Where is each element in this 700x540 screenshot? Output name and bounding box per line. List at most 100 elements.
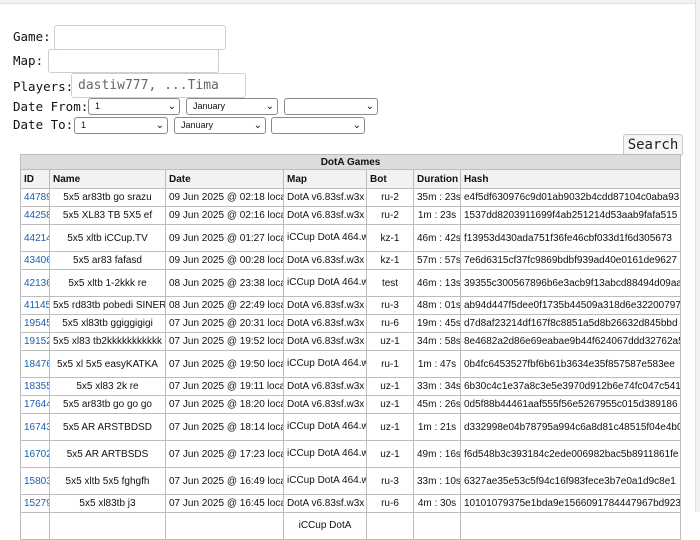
cell-bot: uz-1 [366, 440, 414, 468]
game-id-link[interactable]: 16702 [20, 440, 50, 468]
table-row[interactable]: 16743 5x5 AR ARSTBDSD 07 Jun 2025 @ 18:14 … [20, 413, 682, 441]
table-row[interactable]: 19545 5x5 xl83tb ggiggigigi 07 Jun 2025 @ … [20, 314, 682, 333]
cell-hash: f13953d430ada751f36fe46cbf033d1f6d305673 [459, 224, 682, 252]
scrollbar[interactable] [695, 0, 700, 512]
cell-date: 08 Jun 2025 @ 23:38 local [165, 269, 284, 297]
cell-bot: ru-1 [366, 350, 414, 378]
game-id-link[interactable]: 17644 [20, 395, 50, 414]
table-row[interactable]: 42136 5x5 xltb 1-2kkk re 08 Jun 2025 @ 23:… [20, 269, 682, 297]
date-to-year-select[interactable]: ⌄ [271, 117, 365, 134]
search-button[interactable]: Search [623, 134, 683, 156]
cell-name: 5x5 ar83tb go srazu [49, 188, 166, 207]
cell-duration: 35m : 23s [413, 188, 461, 207]
cell-date: 09 Jun 2025 @ 00:28 local [165, 251, 284, 270]
date-to-day-value: 1 [81, 120, 87, 130]
table-row[interactable]: 16702 5x5 AR ARTBSDS 07 Jun 2025 @ 17:23 l… [20, 440, 682, 468]
date-from-month-select[interactable]: January ⌄ [186, 98, 278, 115]
game-id-link[interactable]: 19545 [20, 314, 50, 333]
cell-duration: 45m : 26s [413, 395, 461, 414]
cell-hash: 39355c300567896b6e3acb9f13abcd88494d09aa [459, 269, 682, 297]
cell-map: iCCup DotA 464.w3x [283, 350, 367, 378]
cell-duration: 46m : 42s [413, 224, 461, 252]
date-from-month-value: January [193, 101, 226, 111]
cell-date: 07 Jun 2025 @ 18:20 local [165, 395, 284, 414]
game-id-link[interactable]: 18476 [20, 350, 50, 378]
game-id-link[interactable]: 41145 [20, 296, 50, 315]
cell-map: DotA v6.83sf.w3x [283, 332, 367, 351]
players-label: Players: [13, 79, 74, 94]
game-id-link[interactable] [20, 512, 50, 540]
column-header: Name [49, 169, 166, 189]
cell-bot: ru-2 [366, 206, 414, 225]
cell-duration: 4m : 30s [413, 494, 461, 513]
cell-name: 5x5 ar83 fafasd [49, 251, 166, 270]
cell-map: iCCup DotA 464.w3x [283, 467, 367, 495]
cell-bot: ru-3 [366, 296, 414, 315]
cell-name: 5x5 AR ARSTBDSD [49, 413, 166, 441]
cell-hash: e4f5df630976c9d01ab9032b4cdd87104c0aba93 [459, 188, 682, 207]
cell-map: iCCup DotA 464.w3x [283, 269, 367, 297]
table-row[interactable]: 44258 5x5 XL83 TB 5X5 ef 09 Jun 2025 @ 02:… [20, 206, 682, 225]
table-row[interactable]: 19152 5x5 xl83 tb2kkkkkkkkkkk 07 Jun 2025 … [20, 332, 682, 351]
table-row[interactable]: 15279 5x5 xl83tb j3 07 Jun 2025 @ 16:45 lo… [20, 494, 682, 513]
date-to-label: Date To: [13, 117, 74, 132]
cell-hash: f6d548b3c393184c2ede006982bac5b8911861fe [459, 440, 682, 468]
date-from-year-select[interactable]: ⌄ [284, 98, 378, 115]
table-caption: DotA Games [19, 154, 682, 170]
chevron-down-icon: ⌄ [265, 101, 274, 112]
column-header: Date [165, 169, 284, 189]
game-id-link[interactable]: 42136 [20, 269, 50, 297]
game-id-link[interactable]: 43406 [20, 251, 50, 270]
cell-name: 5x5 xltb 5x5 fghgfh [49, 467, 166, 495]
date-from-label: Date From: [13, 99, 89, 114]
chevron-down-icon: ⌄ [167, 101, 176, 112]
window-top-border [0, 0, 700, 4]
game-id-link[interactable]: 44258 [20, 206, 50, 225]
table-row[interactable]: 43406 5x5 ar83 fafasd 09 Jun 2025 @ 00:28 … [20, 251, 682, 270]
game-id-link[interactable]: 44789 [20, 188, 50, 207]
cell-duration: 1m : 21s [413, 413, 461, 441]
game-id-link[interactable]: 44214 [20, 224, 50, 252]
players-input[interactable]: dastiw777, ...Tima [71, 73, 246, 98]
cell-map: DotA v6.83sf.w3x [283, 395, 367, 414]
cell-name: 5x5 xltb iCCup.TV [49, 224, 166, 252]
game-id-link[interactable]: 19152 [20, 332, 50, 351]
date-to-day-select[interactable]: 1 ⌄ [74, 117, 168, 134]
table-row[interactable]: 44789 5x5 ar83tb go srazu 09 Jun 2025 @ 02… [20, 188, 682, 207]
date-to-month-select[interactable]: January ⌄ [174, 117, 266, 134]
cell-date: 07 Jun 2025 @ 16:49 local [165, 467, 284, 495]
cell-duration: 33m : 10s [413, 467, 461, 495]
map-input[interactable] [48, 49, 219, 73]
table-header-row: ID Name Date Map Bot Duration Hash [20, 169, 682, 189]
column-header: Hash [459, 169, 682, 189]
game-id-link[interactable]: 16743 [20, 413, 50, 441]
table-row[interactable]: 44214 5x5 xltb iCCup.TV 09 Jun 2025 @ 01:2… [20, 224, 682, 252]
table-row[interactable]: 17644 5x5 ar83tb go go go 07 Jun 2025 @ 18… [20, 395, 682, 414]
cell-name: 5x5 xl 5x5 easyKATKA [49, 350, 166, 378]
game-input[interactable] [54, 25, 226, 50]
cell-name: 5x5 ar83tb go go go [49, 395, 166, 414]
cell-hash: 0b4fc6453527fbf6b61b3634e35f857587e583ee [459, 350, 682, 378]
cell-name: 5x5 rd83tb pobedi SINER [49, 296, 166, 315]
chevron-down-icon: ⌄ [365, 101, 374, 112]
cell-date: 09 Jun 2025 @ 02:16 local [165, 206, 284, 225]
date-to-month-value: January [181, 120, 214, 130]
chevron-down-icon: ⌄ [253, 120, 262, 131]
cell-duration [413, 512, 461, 540]
game-id-link[interactable]: 15803 [20, 467, 50, 495]
cell-bot: test [366, 269, 414, 297]
table-row[interactable]: 18355 5x5 xl83 2k re 07 Jun 2025 @ 19:11 l… [20, 377, 682, 396]
date-from-day-select[interactable]: 1 ⌄ [88, 98, 180, 115]
table-row[interactable]: 41145 5x5 rd83tb pobedi SINER 08 Jun 2025 … [20, 296, 682, 315]
map-label: Map: [13, 53, 44, 68]
cell-hash: 6327ae35e53c5f94c16f983fece3b7e0a1d9c8e1 [459, 467, 682, 495]
table-row[interactable]: 15803 5x5 xltb 5x5 fghgfh 07 Jun 2025 @ 16… [20, 467, 682, 495]
cell-map: DotA v6.83sf.w3x [283, 188, 367, 207]
games-table: DotA Games ID Name Date Map Bot Duration Hash … [19, 154, 682, 540]
table-row[interactable]: iCCup DotA [20, 512, 682, 540]
cell-hash: 0d5f88b44461aaf555f56e5267955c015d389186 [459, 395, 682, 414]
game-id-link[interactable]: 18355 [20, 377, 50, 396]
table-row[interactable]: 18476 5x5 xl 5x5 easyKATKA 07 Jun 2025 @ 1… [20, 350, 682, 378]
cell-name: 5x5 xl83 2k re [49, 377, 166, 396]
game-id-link[interactable]: 15279 [20, 494, 50, 513]
